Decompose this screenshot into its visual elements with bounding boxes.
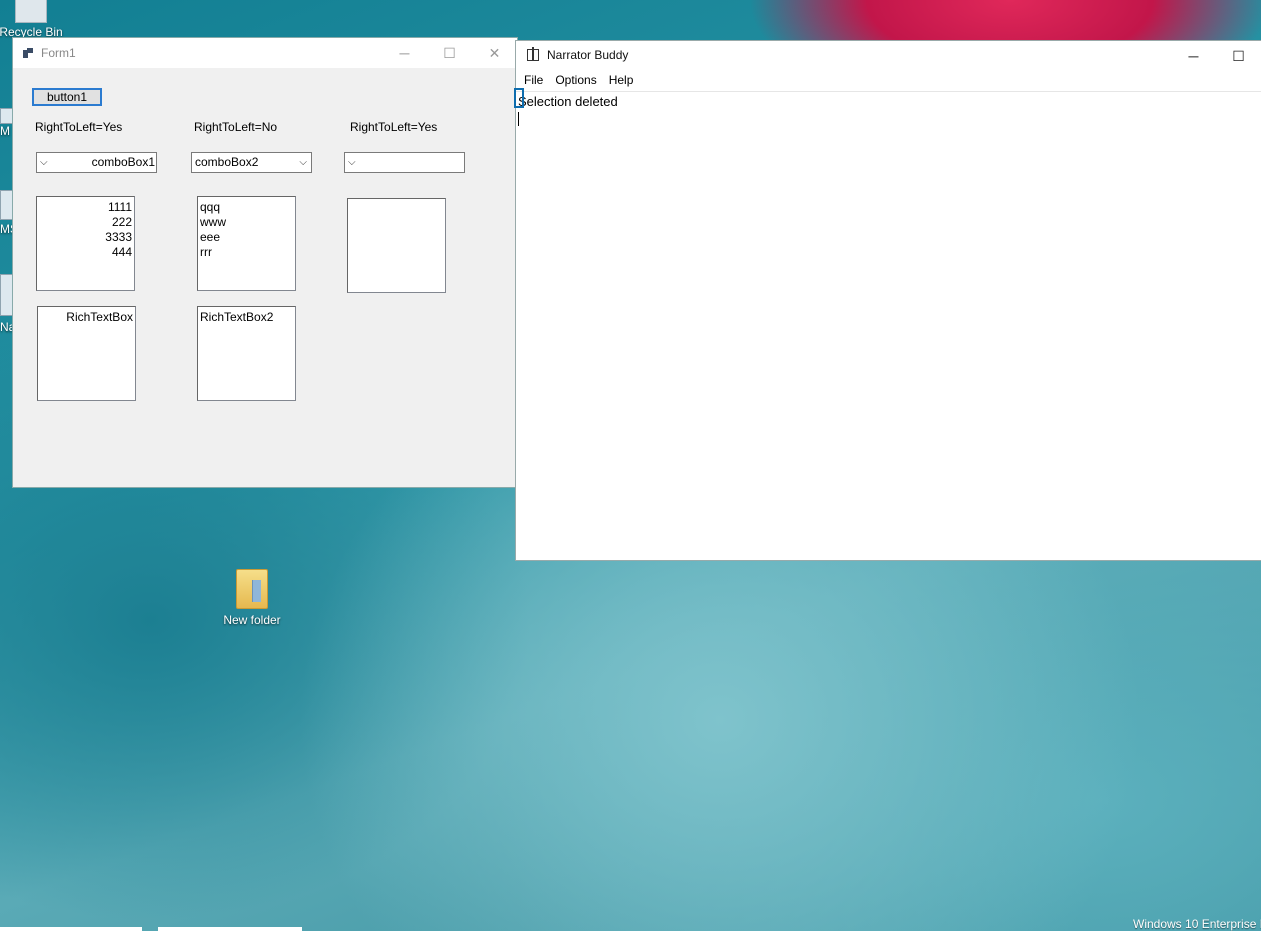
listbox3[interactable] [347,198,446,293]
taskbar-fragment-1 [0,927,142,931]
list-item[interactable]: 3333 [37,230,134,245]
desktop-shortcut-label-1: M [0,124,10,138]
form1-client-area: button1 RightToLeft=Yes RightToLeft=No R… [13,68,517,487]
narrator-app-icon [527,47,539,61]
label-rtl-no: RightToLeft=No [194,120,278,134]
button1[interactable]: button1 [32,88,102,106]
list-item[interactable]: rrr [198,245,295,260]
maximize-button[interactable]: ☐ [427,38,472,68]
combobox3[interactable]: ⌵ [344,152,465,173]
narrator-output-area[interactable]: Selection deleted [514,88,1261,126]
listbox1[interactable]: 1111 222 3333 444 [36,196,135,291]
chevron-down-icon[interactable]: ⌵ [348,153,356,172]
minimize-button[interactable]: ─ [1171,41,1216,71]
list-item[interactable]: qqq [198,200,295,215]
form1-title: Form1 [41,46,76,60]
taskbar-fragment-2 [158,927,302,931]
minimize-button[interactable]: ─ [382,38,427,68]
recycle-bin-icon[interactable]: Recycle Bin [0,0,66,39]
richtextbox2-text: RichTextBox2 [200,310,274,324]
label-rtl-yes-2: RightToLeft=Yes [350,120,438,134]
combobox1[interactable]: ⌵ comboBox1 [36,152,157,173]
form1-titlebar[interactable]: Form1 ─ ☐ ✕ [13,38,517,68]
chevron-down-icon[interactable]: ⌵ [40,153,48,172]
menu-help[interactable]: Help [603,73,640,87]
maximize-button[interactable]: ☐ [1216,41,1261,71]
richtextbox2[interactable]: RichTextBox2 [197,306,296,401]
narrator-output-text: Selection deleted [518,94,618,109]
narrator-titlebar[interactable]: Narrator Buddy ─ ☐ [516,41,1261,69]
list-item[interactable]: eee [198,230,295,245]
list-item[interactable]: www [198,215,295,230]
bin-icon [15,0,47,23]
menu-options[interactable]: Options [549,73,602,87]
form-app-icon [23,48,33,58]
narrator-title: Narrator Buddy [547,48,629,62]
combobox2-value: comboBox2 [195,155,259,169]
list-item[interactable]: 222 [37,215,134,230]
new-folder-icon[interactable]: New folder [218,569,286,627]
text-caret [518,112,519,126]
narrator-menubar: File Options Help [516,69,1261,92]
recycle-bin-label: Recycle Bin [0,25,63,39]
narrator-buddy-window: Narrator Buddy ─ ☐ File Options Help Sel… [514,41,1261,560]
chevron-down-icon[interactable]: ⌵ [299,153,307,172]
desktop-shortcut-icon-2[interactable] [0,190,14,220]
windows-watermark: Windows 10 Enterprise N [1133,917,1261,931]
menu-file[interactable]: File [518,73,549,87]
desktop-shortcut-icon-3[interactable] [0,274,14,316]
close-button[interactable]: ✕ [472,38,517,68]
form1-window: Form1 ─ ☐ ✕ button1 RightToLeft=Yes Righ… [13,38,517,487]
list-item[interactable]: 444 [37,245,134,260]
focus-highlight [514,88,524,108]
richtextbox1-text: RichTextBox [66,310,133,324]
desktop-shortcut-icon-1[interactable] [0,108,14,124]
folder-icon [236,569,268,609]
combobox1-value: comboBox1 [91,155,155,169]
new-folder-label: New folder [223,613,281,627]
label-rtl-yes-1: RightToLeft=Yes [35,120,123,134]
list-item[interactable]: 1111 [37,200,134,215]
richtextbox1[interactable]: RichTextBox [37,306,136,401]
combobox2[interactable]: comboBox2 ⌵ [191,152,312,173]
listbox2[interactable]: qqq www eee rrr [197,196,296,291]
